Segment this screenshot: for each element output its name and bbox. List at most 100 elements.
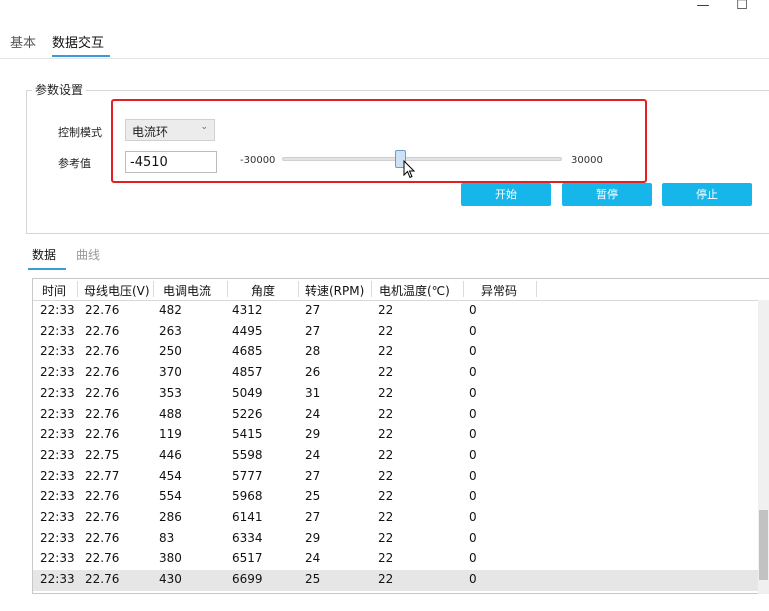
table-cell: 0: [469, 551, 477, 566]
table-cell: 22:33: [40, 572, 75, 587]
table-row[interactable]: 22:33 22.76 83 6334 29 22 0: [33, 529, 758, 550]
table-cell: 22:33: [40, 530, 75, 545]
col-header-bus-voltage[interactable]: 母线电压(V): [84, 282, 150, 299]
table-cell: 27: [305, 468, 321, 483]
table-cell: 22: [378, 551, 394, 566]
table-cell: 22: [378, 365, 394, 380]
ref-label: 参考值: [58, 157, 91, 170]
table-cell: 6141: [232, 510, 263, 524]
table-cell: 22.76: [85, 323, 120, 338]
minimize-button[interactable]: —: [688, 0, 718, 14]
tab-curve[interactable]: 曲线: [76, 246, 100, 263]
table-cell: 22:33: [40, 447, 75, 462]
table-cell: 22:33: [40, 427, 75, 442]
col-header-esc-current[interactable]: 电调电流: [163, 282, 211, 299]
table-cell: 27: [305, 323, 321, 338]
table-row[interactable]: 22:33 22.76 554 5968 25 22 0: [33, 487, 758, 508]
table-cell: 0: [469, 303, 477, 317]
col-divider[interactable]: [536, 281, 537, 297]
table-cell: 22.76: [85, 427, 120, 442]
table-cell: 22:33: [40, 510, 75, 524]
table-cell: 22: [378, 530, 394, 545]
tab-bar-divider: [0, 58, 769, 59]
table-cell: 22: [378, 427, 394, 442]
table-row[interactable]: 22:33 22.77 454 5777 27 22 0: [33, 467, 758, 488]
highlight-box: [111, 99, 647, 183]
col-divider[interactable]: [227, 281, 228, 297]
stop-button[interactable]: 停止: [662, 183, 752, 206]
table-cell: 0: [469, 323, 477, 338]
table-cell: 4857: [232, 365, 263, 380]
table-row[interactable]: 22:33 22.76 370 4857 26 22 0: [33, 363, 758, 384]
table-cell: 22.76: [85, 303, 120, 317]
table-cell: 22: [378, 323, 394, 338]
table-row[interactable]: 22:33 22.75 446 5598 24 22 0: [33, 446, 758, 467]
table-cell: 6334: [232, 530, 263, 545]
col-divider[interactable]: [298, 281, 299, 297]
col-header-motor-temp[interactable]: 电机温度(℃): [379, 282, 450, 299]
table-cell: 430: [159, 572, 182, 587]
table-cell: 22.76: [85, 406, 120, 421]
table-cell: 482: [159, 303, 182, 317]
col-divider[interactable]: [153, 281, 154, 297]
table-cell: 488: [159, 406, 182, 421]
table-cell: 353: [159, 385, 182, 400]
maximize-button[interactable]: ☐: [727, 0, 757, 14]
col-divider[interactable]: [77, 281, 78, 297]
table-row[interactable]: 22:33 22.76 353 5049 31 22 0: [33, 384, 758, 405]
table-cell: 0: [469, 489, 477, 504]
table-cell: 22.76: [85, 572, 120, 587]
table-cell: 22:33: [40, 323, 75, 338]
col-divider[interactable]: [463, 281, 464, 297]
table-cell: 5226: [232, 406, 263, 421]
start-button[interactable]: 开始: [461, 183, 551, 206]
table-cell: 0: [469, 427, 477, 442]
col-header-error-code[interactable]: 异常码: [481, 282, 517, 299]
table-cell: 5777: [232, 468, 263, 483]
table-cell: 250: [159, 344, 182, 359]
table-cell: 0: [469, 406, 477, 421]
vertical-scrollbar-thumb[interactable]: [759, 510, 768, 580]
table-cell: 24: [305, 406, 321, 421]
tab-data[interactable]: 数据: [32, 246, 56, 263]
table-cell: 29: [305, 530, 321, 545]
table-cell: 5968: [232, 489, 263, 504]
tab-basic[interactable]: 基本: [10, 32, 36, 51]
table-row[interactable]: 22:33 22.76 430 6699 25 22 0: [33, 570, 758, 591]
table-row[interactable]: 22:33 22.76 286 6141 27 22 0: [33, 508, 758, 529]
table-cell: 22:33: [40, 406, 75, 421]
col-header-angle[interactable]: 角度: [251, 282, 275, 299]
table-row[interactable]: 22:33 22.76 250 4685 28 22 0: [33, 342, 758, 363]
table-cell: 370: [159, 365, 182, 380]
table-cell: 454: [159, 468, 182, 483]
table-cell: 0: [469, 385, 477, 400]
data-table[interactable]: 时间 母线电压(V) 电调电流 角度 转速(RPM) 电机温度(℃) 异常码 2…: [32, 278, 769, 594]
col-header-time[interactable]: 时间: [42, 282, 66, 299]
table-cell: 22.76: [85, 530, 120, 545]
table-cell: 22: [378, 489, 394, 504]
table-cell: 0: [469, 344, 477, 359]
table-row[interactable]: 22:33 22.76 119 5415 29 22 0: [33, 425, 758, 446]
tab-data-interaction[interactable]: 数据交互: [52, 32, 104, 51]
data-tab-indicator: [28, 268, 66, 270]
table-row[interactable]: 22:33 22.76 380 6517 24 22 0: [33, 549, 758, 570]
pause-button[interactable]: 暂停: [562, 183, 652, 206]
table-row[interactable]: 22:33 22.76 488 5226 24 22 0: [33, 405, 758, 426]
table-cell: 380: [159, 551, 182, 566]
active-tab-indicator: [52, 55, 110, 57]
table-cell: 22:33: [40, 468, 75, 483]
table-cell: 22: [378, 510, 394, 524]
params-group-title: 参数设置: [32, 81, 87, 98]
table-header: 时间 母线电压(V) 电调电流 角度 转速(RPM) 电机温度(℃) 异常码: [33, 279, 769, 301]
col-divider[interactable]: [371, 281, 372, 297]
table-cell: 22: [378, 447, 394, 462]
table-cell: 263: [159, 323, 182, 338]
table-cell: 22: [378, 303, 394, 317]
table-row[interactable]: 22:33 22.76 263 4495 27 22 0: [33, 322, 758, 343]
table-cell: 26: [305, 365, 321, 380]
table-row[interactable]: 22:33 22.76 482 4312 27 22 0: [33, 301, 758, 322]
table-cell: 22.76: [85, 344, 120, 359]
table-cell: 6517: [232, 551, 263, 566]
col-header-speed[interactable]: 转速(RPM): [305, 282, 364, 299]
table-cell: 29: [305, 427, 321, 442]
